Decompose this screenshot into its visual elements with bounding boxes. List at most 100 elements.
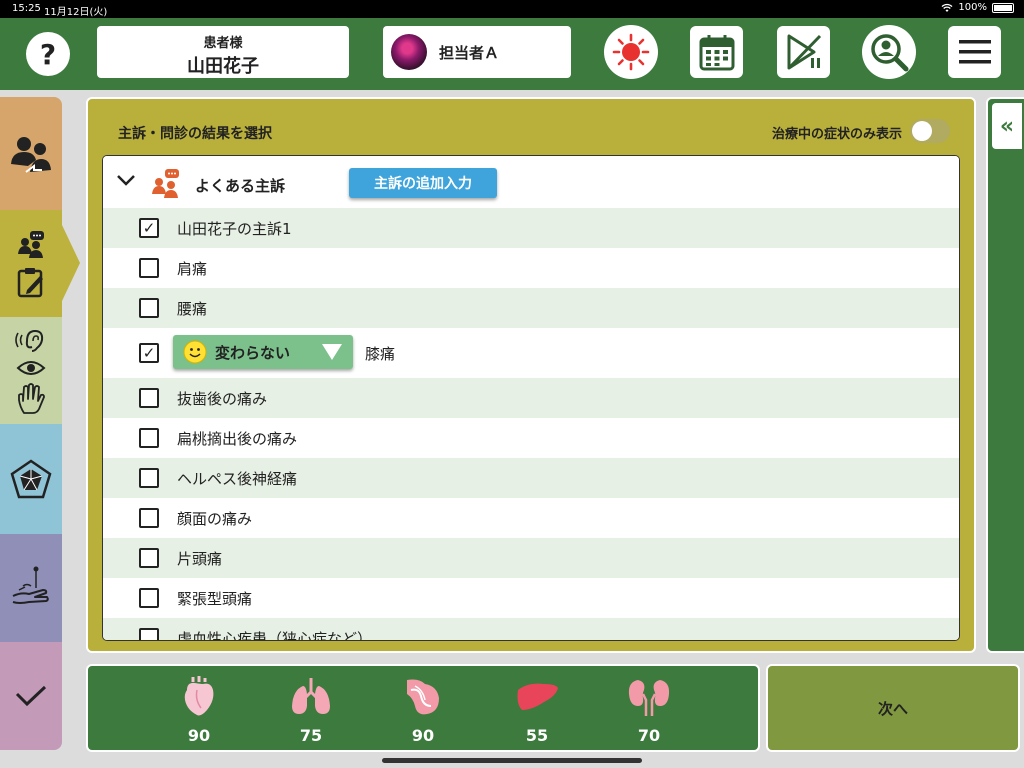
help-button[interactable]: ?	[26, 32, 70, 76]
heart-icon	[184, 676, 214, 716]
patient-box[interactable]: 患者様 山田花子	[97, 26, 349, 78]
clipboard-icon	[17, 267, 43, 297]
rail-item-sensory[interactable]	[0, 317, 62, 424]
list-item[interactable]: 腰痛	[103, 288, 959, 328]
list-item-label: 腰痛	[177, 299, 208, 318]
list-item[interactable]: 虚血性心疾患（狭心症など）	[103, 618, 959, 641]
vital-lungs[interactable]: 75	[276, 676, 346, 745]
battery-percent: 100%	[958, 2, 987, 13]
sun-button[interactable]	[604, 25, 658, 79]
checkbox[interactable]	[139, 258, 159, 278]
stomach-icon	[407, 679, 439, 715]
list-item-label: 虚血性心疾患（狭心症など）	[177, 629, 373, 641]
status-label: 変わらない	[215, 343, 291, 362]
panel-title: 主訴・問診の結果を選択	[118, 126, 272, 142]
status-bar: 15:25 11月12日(火) 100%	[0, 0, 1024, 18]
next-button[interactable]: 次へ	[766, 664, 1020, 752]
list-item[interactable]: 顔面の痛み	[103, 498, 959, 538]
ear-icon	[15, 329, 44, 352]
list-item-label: 抜歯後の痛み	[177, 389, 268, 408]
list-item[interactable]: ヘルペス後神経痛	[103, 458, 959, 498]
toggle-knob	[912, 121, 932, 141]
status-right: 100%	[941, 2, 1014, 13]
list-item[interactable]: 抜歯後の痛み	[103, 378, 959, 418]
list-item-label: 緊張型頭痛	[177, 589, 253, 608]
complaint-list: よくある主訴 主訴の追加入力 ✓ 山田花子の主訴1 肩痛 腰痛 ✓ 変わらない …	[102, 155, 960, 641]
patient-name: 山田花子	[187, 56, 259, 77]
list-item[interactable]: ✓ 変わらない 膝痛	[103, 328, 959, 378]
rail-item-acupuncture[interactable]	[0, 534, 62, 642]
rail-item-radar[interactable]	[0, 424, 62, 534]
radar-icon	[10, 459, 52, 499]
list-item[interactable]: 扁桃摘出後の痛み	[103, 418, 959, 458]
list-item-label: 片頭痛	[177, 549, 223, 568]
acupuncture-icon	[12, 566, 49, 604]
eye-icon	[16, 360, 46, 375]
list-item[interactable]: ✓ 山田花子の主訴1	[103, 208, 959, 248]
kidney-icon	[628, 680, 670, 716]
checkbox[interactable]	[139, 628, 159, 640]
avatar	[391, 34, 427, 70]
checkbox[interactable]	[139, 508, 159, 528]
search-user-button[interactable]	[862, 25, 916, 79]
rail-active-indicator	[62, 225, 80, 301]
menu-button[interactable]	[948, 26, 1001, 78]
complaint-panel: 主訴・問診の結果を選択 治療中の症状のみ表示 よくある主訴 主訴の追加入力 ✓ …	[86, 97, 976, 653]
vital-stomach[interactable]: 90	[388, 676, 458, 745]
staff-name: 担当者Ａ	[439, 43, 500, 62]
patient-label: 患者様	[203, 36, 243, 51]
calendar-icon	[699, 35, 734, 71]
group-header[interactable]: よくある主訴 主訴の追加入力	[103, 156, 959, 208]
liver-icon	[517, 683, 558, 710]
status-dropdown[interactable]: 変わらない	[173, 335, 353, 369]
list-item-label: 肩痛	[177, 259, 208, 278]
vital-heart[interactable]: 90	[164, 676, 234, 745]
list-item[interactable]: 緊張型頭痛	[103, 578, 959, 618]
rail-item-handover[interactable]	[0, 97, 62, 210]
smiley-icon	[183, 340, 207, 364]
vital-value: 55	[525, 726, 549, 745]
common-complaints-icon	[152, 169, 179, 198]
list-item-label: ヘルペス後神経痛	[177, 469, 298, 488]
list-item-label: 扁桃摘出後の痛み	[177, 429, 298, 448]
list-item-label: 顔面の痛み	[177, 509, 253, 528]
add-complaint-button[interactable]: 主訴の追加入力	[349, 168, 497, 198]
staff-box[interactable]: 担当者Ａ	[383, 26, 571, 78]
vital-value: 90	[187, 726, 211, 745]
rail-item-interview[interactable]	[0, 210, 62, 317]
progress-button[interactable]	[777, 26, 830, 78]
check-icon	[15, 685, 47, 707]
battery-icon	[992, 2, 1014, 13]
vitals-bar: 90 75 90 55 70	[86, 664, 760, 752]
checkbox[interactable]: ✓	[139, 343, 159, 363]
search-user-icon	[871, 34, 909, 72]
chevron-down-icon[interactable]	[115, 172, 137, 188]
checkbox[interactable]	[139, 588, 159, 608]
checkbox[interactable]	[139, 388, 159, 408]
lungs-icon	[292, 678, 330, 714]
handover-icon	[11, 136, 51, 173]
treating-only-toggle[interactable]	[910, 119, 950, 143]
checkbox[interactable]	[139, 548, 159, 568]
rail-item-check[interactable]	[0, 642, 62, 750]
toggle-label: 治療中の症状のみ表示	[771, 127, 902, 142]
vital-value: 90	[411, 726, 435, 745]
expand-side-panel-button[interactable]: «	[992, 103, 1022, 149]
checkbox[interactable]	[139, 428, 159, 448]
interview-icon	[18, 230, 44, 258]
vital-kidney[interactable]: 70	[614, 676, 684, 745]
hand-icon	[18, 382, 45, 414]
group-label: よくある主訴	[195, 177, 286, 195]
vital-value: 75	[299, 726, 323, 745]
checkbox[interactable]: ✓	[139, 218, 159, 238]
complaint-rows: ✓ 山田花子の主訴1 肩痛 腰痛 ✓ 変わらない 膝痛 抜歯後の痛み 扁桃摘出後…	[103, 208, 959, 641]
checkbox[interactable]	[139, 298, 159, 318]
list-item[interactable]: 肩痛	[103, 248, 959, 288]
calendar-button[interactable]	[690, 26, 743, 78]
menu-icon	[958, 40, 991, 64]
app-header: ? 患者様 山田花子 担当者Ａ	[0, 18, 1024, 90]
checkbox[interactable]	[139, 468, 159, 488]
list-item[interactable]: 片頭痛	[103, 538, 959, 578]
vital-liver[interactable]: 55	[502, 676, 572, 745]
home-indicator	[382, 758, 642, 763]
